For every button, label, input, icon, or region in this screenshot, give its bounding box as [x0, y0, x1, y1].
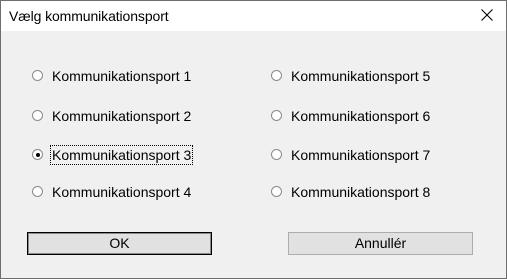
radio-label: Kommunikationsport 6 [291, 108, 431, 124]
cancel-button[interactable]: Annullér [288, 232, 473, 255]
radio-label: Kommunikationsport 1 [52, 68, 192, 84]
radio-label: Kommunikationsport 3 [49, 145, 194, 165]
radio-dot [35, 152, 40, 157]
radio-label: Kommunikationsport 4 [52, 184, 192, 200]
radio-label: Kommunikationsport 5 [291, 68, 431, 84]
radio-circle [32, 110, 43, 121]
dialog-title: Vælg kommunikationsport [9, 8, 169, 24]
radio-label: Kommunikationsport 2 [52, 108, 192, 124]
radio-circle [271, 110, 282, 121]
radio-circle [271, 70, 282, 81]
radio-circle-selected [32, 149, 43, 160]
radio-circle [271, 186, 282, 197]
radio-label: Kommunikationsport 7 [291, 147, 431, 163]
close-icon [481, 9, 493, 21]
close-button[interactable] [466, 1, 506, 31]
radio-circle [271, 149, 282, 160]
radio-circle [32, 70, 43, 81]
radio-circle [32, 186, 43, 197]
dialog-window: Vælg kommunikationsport Kommunikationspo… [0, 0, 507, 279]
ok-button[interactable]: OK [27, 232, 212, 255]
title-bar: Vælg kommunikationsport [1, 1, 506, 31]
radio-label: Kommunikationsport 8 [291, 184, 431, 200]
